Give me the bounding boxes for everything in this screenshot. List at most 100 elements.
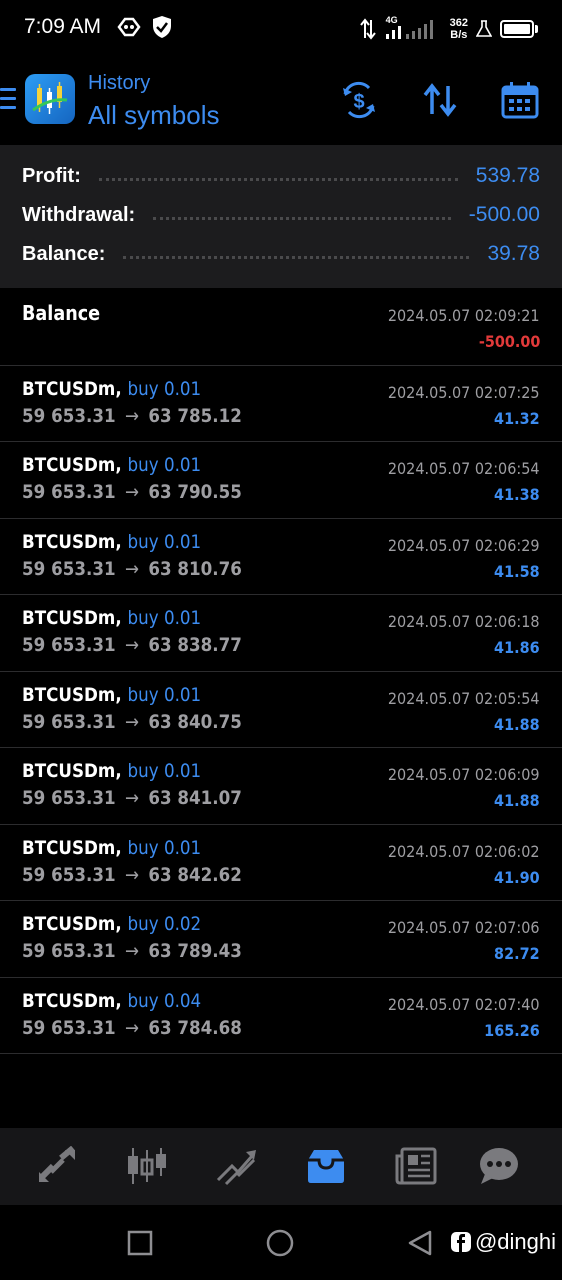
- summary-balance-row: Balance: 39.78: [22, 239, 540, 269]
- summary-balance-value: 39.78: [487, 242, 540, 265]
- trade-symbol-line: BTCUSDm, buy 0.01: [22, 378, 201, 400]
- trade-profit: 41.88: [494, 791, 540, 810]
- trade-symbol: BTCUSDm,: [22, 760, 122, 782]
- balance-operation-row[interactable]: Balance 2024.05.07 02:09:21 -500.00: [0, 289, 562, 366]
- trade-time: 2024.05.07 02:07:06: [388, 918, 540, 937]
- trade-row[interactable]: BTCUSDm, buy 0.04 59 653.31 → 63 784.68 …: [0, 978, 562, 1054]
- summary-withdrawal-label: Withdrawal:: [22, 203, 136, 226]
- app-logo: [25, 74, 75, 124]
- summary-withdrawal-row: Withdrawal: -500.00: [22, 200, 540, 230]
- trade-close-price: 63 785.12: [148, 404, 242, 427]
- trade-symbol-line: BTCUSDm, buy 0.04: [22, 990, 201, 1012]
- trade-price-line: 59 653.31 → 63 810.76: [22, 558, 242, 580]
- network-speed-value: 362: [449, 17, 468, 29]
- history-icon[interactable]: [304, 1146, 348, 1186]
- trade-side-volume: buy 0.01: [127, 530, 202, 553]
- shield-check-icon: [153, 16, 171, 38]
- recents-icon[interactable]: [126, 1229, 154, 1257]
- trade-open-price: 59 653.31: [22, 940, 116, 962]
- arrow-right-icon: →: [124, 1016, 139, 1039]
- trade-row[interactable]: BTCUSDm, buy 0.01 59 653.31 → 63 785.12 …: [0, 366, 562, 442]
- calendar-icon[interactable]: [500, 80, 540, 120]
- data-transfer-icon: [359, 18, 376, 40]
- trade-price-line: 59 653.31 → 63 841.07: [22, 787, 242, 809]
- trade-price-line: 59 653.31 → 63 790.55: [22, 481, 242, 503]
- ghost-app-icon: [117, 17, 141, 37]
- summary-balance-label: Balance:: [22, 242, 106, 265]
- trade-close-price: 63 838.77: [148, 634, 242, 656]
- menu-icon[interactable]: [0, 88, 16, 110]
- trade-symbol: BTCUSDm,: [22, 607, 122, 629]
- dollar-refresh-icon[interactable]: $: [339, 80, 379, 120]
- news-icon[interactable]: [394, 1146, 438, 1186]
- trade-symbol: BTCUSDm,: [22, 989, 122, 1012]
- arrow-right-icon: →: [124, 940, 139, 962]
- history-summary: Profit: 539.78 Withdrawal: -500.00 Balan…: [0, 145, 562, 288]
- balance-operation-time: 2024.05.07 02:09:21: [388, 306, 540, 325]
- svg-text:$: $: [353, 91, 364, 113]
- trade-open-price: 59 653.31: [22, 710, 116, 733]
- chart-icon[interactable]: [125, 1146, 169, 1186]
- summary-profit-label: Profit:: [22, 164, 81, 187]
- trade-row[interactable]: BTCUSDm, buy 0.01 59 653.31 → 63 790.55 …: [0, 442, 562, 519]
- trade-row[interactable]: BTCUSDm, buy 0.01 59 653.31 → 63 810.76 …: [0, 519, 562, 595]
- trade-symbol: BTCUSDm,: [22, 454, 122, 476]
- trade-price-line: 59 653.31 → 63 784.68: [22, 1017, 242, 1039]
- trade-price-line: 59 653.31 → 63 785.12: [22, 405, 242, 427]
- trade-symbol-line: BTCUSDm, buy 0.01: [22, 454, 201, 476]
- app-bar-title[interactable]: All symbols: [88, 100, 219, 131]
- back-icon[interactable]: [406, 1229, 434, 1257]
- trade-close-price: 63 810.76: [148, 557, 242, 580]
- trade-close-price: 63 790.55: [148, 481, 242, 503]
- trade-profit: 41.86: [494, 638, 540, 657]
- trade-symbol-line: BTCUSDm, buy 0.01: [22, 531, 201, 553]
- trade-price-line: 59 653.31 → 63 840.75: [22, 711, 242, 733]
- trade-symbol-line: BTCUSDm, buy 0.01: [22, 607, 201, 629]
- trade-time: 2024.05.07 02:07:40: [388, 994, 540, 1014]
- trade-profit: 41.90: [494, 867, 540, 887]
- watermark: @dinghi: [450, 1229, 556, 1255]
- trade-open-price: 59 653.31: [22, 863, 116, 886]
- trade-row[interactable]: BTCUSDm, buy 0.02 59 653.31 → 63 789.43 …: [0, 901, 562, 978]
- summary-dots: [123, 255, 470, 259]
- app-bar: History All symbols $: [0, 56, 562, 144]
- trade-close-price: 63 784.68: [148, 1016, 242, 1039]
- trade-row[interactable]: BTCUSDm, buy 0.01 59 653.31 → 63 842.62 …: [0, 825, 562, 901]
- trade-icon[interactable]: [214, 1146, 258, 1186]
- trade-row[interactable]: BTCUSDm, buy 0.01 59 653.31 → 63 840.75 …: [0, 672, 562, 748]
- trade-time: 2024.05.07 02:06:29: [388, 535, 540, 555]
- lab-flask-icon: [476, 20, 492, 37]
- trade-side-volume: buy 0.01: [127, 760, 202, 782]
- home-icon[interactable]: [266, 1229, 294, 1257]
- trade-symbol-line: BTCUSDm, buy 0.01: [22, 760, 201, 782]
- trade-side-volume: buy 0.01: [127, 683, 202, 706]
- trade-price-line: 59 653.31 → 63 789.43: [22, 940, 242, 962]
- trade-row[interactable]: BTCUSDm, buy 0.01 59 653.31 → 63 838.77 …: [0, 595, 562, 672]
- chat-icon[interactable]: [477, 1146, 521, 1186]
- trade-price-line: 59 653.31 → 63 838.77: [22, 634, 242, 656]
- balance-operation-label: Balance: [22, 301, 101, 325]
- trade-close-price: 63 841.07: [148, 787, 242, 809]
- quotes-icon[interactable]: [35, 1146, 79, 1186]
- trade-side-volume: buy 0.02: [127, 913, 202, 935]
- trade-open-price: 59 653.31: [22, 1016, 116, 1039]
- arrow-right-icon: →: [124, 481, 139, 503]
- trade-row[interactable]: BTCUSDm, buy 0.01 59 653.31 → 63 841.07 …: [0, 748, 562, 825]
- trade-price-line: 59 653.31 → 63 842.62: [22, 864, 242, 886]
- trade-close-price: 63 840.75: [148, 710, 242, 733]
- bottom-tab-bar: [0, 1128, 562, 1205]
- summary-dots: [98, 177, 458, 181]
- arrow-right-icon: →: [124, 557, 139, 580]
- app-bar-subtitle: History: [88, 72, 151, 94]
- sort-icon[interactable]: [420, 80, 460, 120]
- trade-open-price: 59 653.31: [22, 404, 116, 427]
- trade-open-price: 59 653.31: [22, 481, 116, 503]
- facebook-icon: [450, 1232, 471, 1252]
- history-list: Balance 2024.05.07 02:09:21 -500.00 BTCU…: [0, 289, 562, 1054]
- trade-profit: 41.38: [494, 485, 540, 504]
- trade-side-volume: buy 0.01: [127, 377, 202, 400]
- battery-nub: [535, 25, 538, 33]
- trade-symbol: BTCUSDm,: [22, 913, 122, 935]
- signal-icon: 4G: [384, 15, 442, 41]
- trade-time: 2024.05.07 02:07:25: [388, 382, 540, 402]
